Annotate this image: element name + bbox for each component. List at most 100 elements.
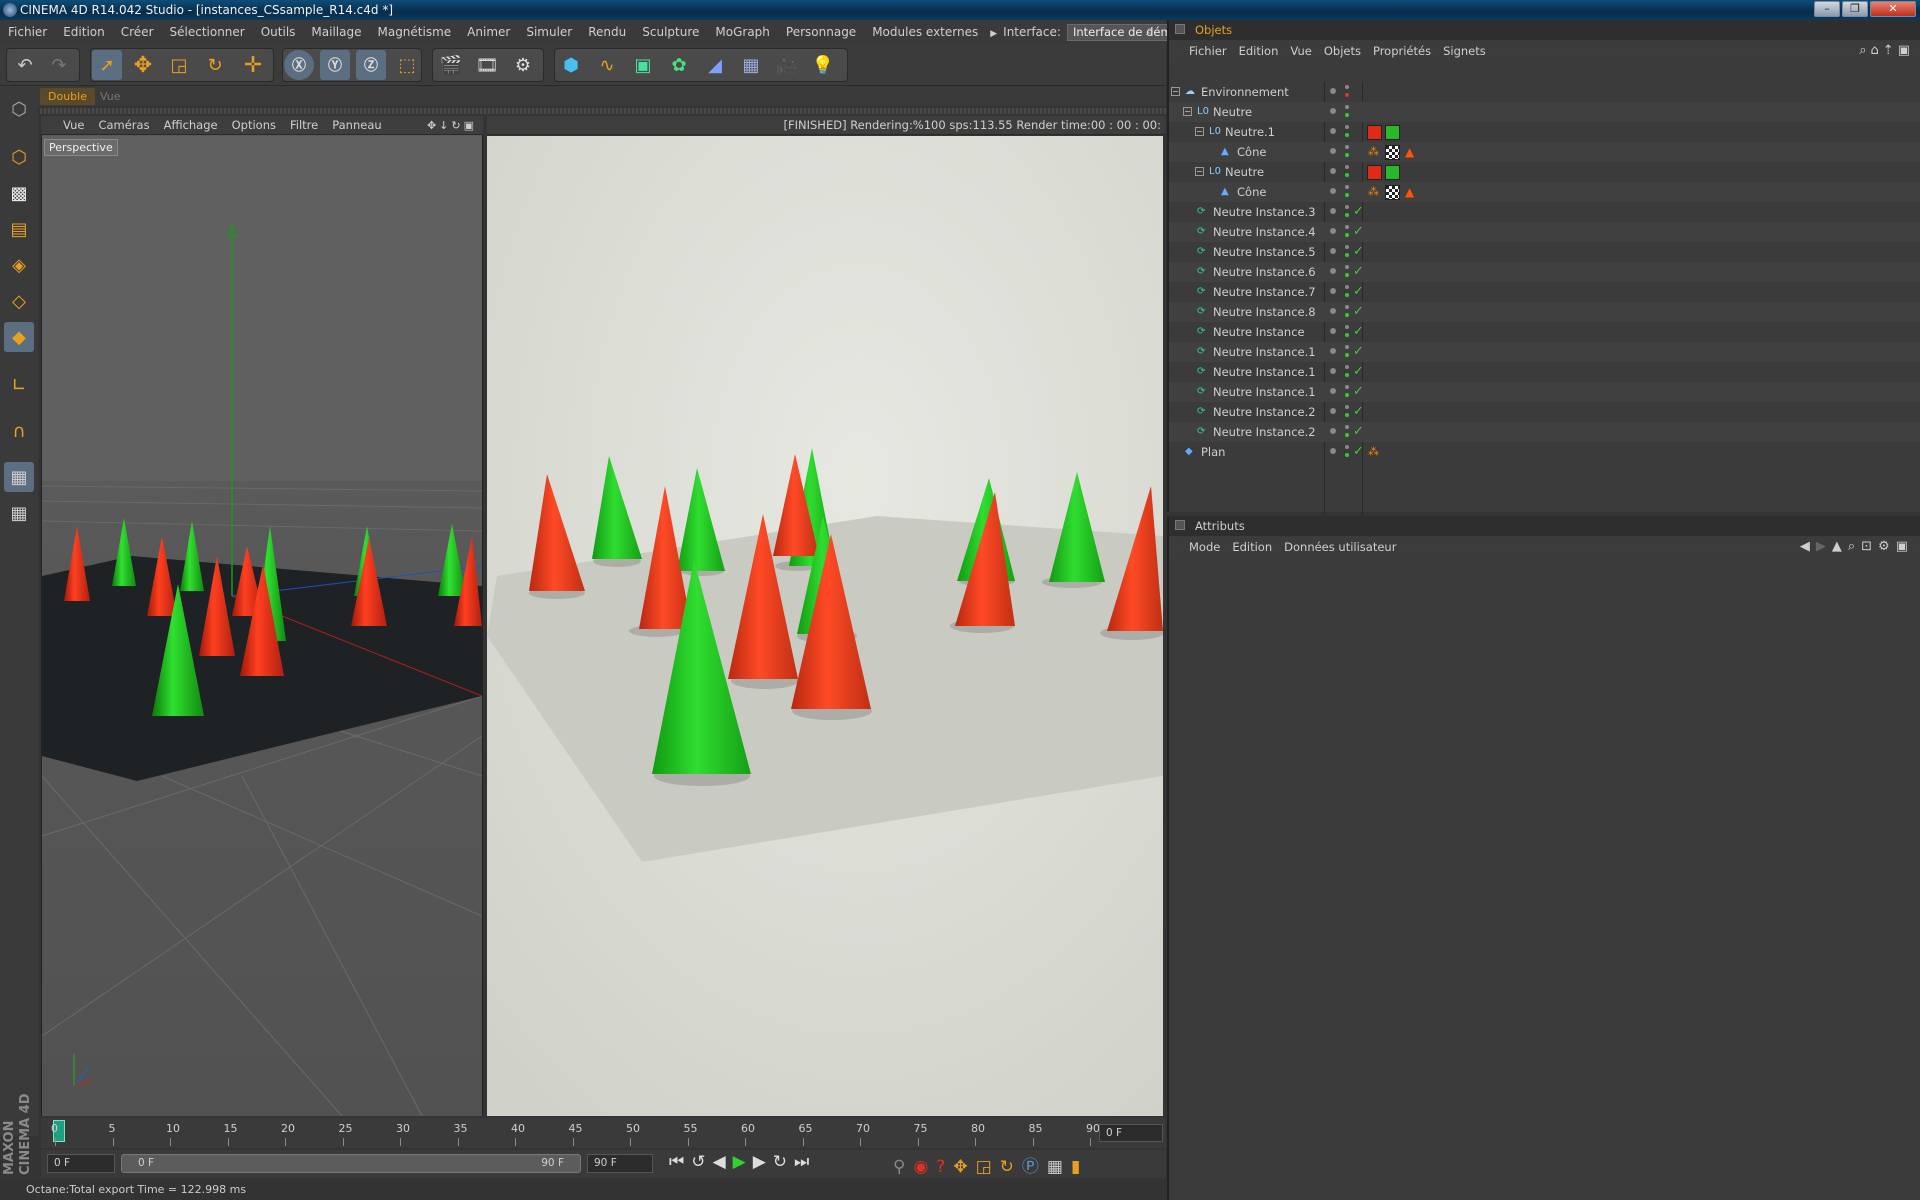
- object-name[interactable]: Neutre Instance.7: [1213, 282, 1316, 302]
- subdivision-surface-icon[interactable]: ▣: [628, 50, 658, 80]
- editor-visibility-icon[interactable]: [1345, 205, 1349, 209]
- menu-creer[interactable]: Créer: [113, 20, 162, 44]
- viewport-menu-options[interactable]: Options: [225, 116, 283, 135]
- editor-visibility-icon[interactable]: [1345, 285, 1349, 289]
- render-visibility-icon[interactable]: [1345, 373, 1349, 377]
- object-name[interactable]: Neutre Instance.6: [1213, 262, 1316, 282]
- workplane-grid-icon[interactable]: ▦: [4, 462, 34, 492]
- settings-icon[interactable]: ⚙: [1878, 539, 1896, 554]
- search-icon[interactable]: ⌕: [1859, 43, 1870, 58]
- enabled-check-icon[interactable]: ✓: [1353, 262, 1364, 282]
- render-visibility-icon[interactable]: [1345, 193, 1349, 197]
- editor-visibility-icon[interactable]: [1345, 85, 1349, 89]
- enabled-check-icon[interactable]: ✓: [1353, 322, 1364, 342]
- visibility-dot-icon[interactable]: [1330, 308, 1336, 314]
- object-row[interactable]: ▲ Cône ⁂ ▲: [1169, 142, 1920, 162]
- objects-menu-proprietes[interactable]: Propriétés: [1367, 41, 1437, 61]
- minimize-button[interactable]: –: [1814, 1, 1840, 17]
- object-row[interactable]: ⟳ Neutre Instance.1 ✓: [1169, 362, 1920, 382]
- object-row[interactable]: ⟳ Neutre Instance.1 ✓: [1169, 382, 1920, 402]
- panel-divider[interactable]: [40, 108, 1166, 114]
- viewport-menu-cameras[interactable]: Caméras: [91, 116, 156, 135]
- new-window-icon[interactable]: ▣: [1898, 43, 1914, 58]
- editor-visibility-icon[interactable]: [1345, 265, 1349, 269]
- editor-visibility-icon[interactable]: [1345, 145, 1349, 149]
- render-visibility-icon[interactable]: [1345, 253, 1349, 257]
- enabled-check-icon[interactable]: ✓: [1353, 362, 1364, 382]
- render-view-icon[interactable]: 🎬: [436, 50, 466, 80]
- render-visibility-icon[interactable]: [1345, 313, 1349, 317]
- editor-visibility-icon[interactable]: [1345, 325, 1349, 329]
- editor-visibility-icon[interactable]: [1345, 385, 1349, 389]
- object-name[interactable]: Neutre Instance.4: [1213, 222, 1316, 242]
- menu-fichier[interactable]: Fichier: [0, 20, 55, 44]
- visibility-dot-icon[interactable]: [1330, 248, 1336, 254]
- object-name[interactable]: Neutre Instance.8: [1213, 302, 1316, 322]
- object-name[interactable]: Neutre Instance.2: [1213, 422, 1316, 442]
- editor-visibility-icon[interactable]: [1345, 185, 1349, 189]
- render-visibility-icon[interactable]: [1345, 273, 1349, 277]
- objects-menu-vue[interactable]: Vue: [1284, 41, 1317, 61]
- object-name[interactable]: Plan: [1201, 442, 1225, 462]
- visibility-dot-icon[interactable]: [1330, 388, 1336, 394]
- tab-double[interactable]: Double: [40, 88, 95, 105]
- menu-maillage[interactable]: Maillage: [303, 20, 369, 44]
- editor-visibility-icon[interactable]: [1345, 345, 1349, 349]
- lock-icon[interactable]: ⊡: [1861, 539, 1878, 554]
- visibility-dot-icon[interactable]: [1330, 288, 1336, 294]
- object-name[interactable]: Neutre: [1213, 102, 1252, 122]
- points-mode-icon[interactable]: ◈: [4, 250, 34, 280]
- search-icon[interactable]: ⌕: [1146, 23, 1154, 39]
- visibility-dot-icon[interactable]: [1330, 188, 1336, 194]
- object-row[interactable]: − ☁ Environnement: [1169, 82, 1920, 102]
- object-row[interactable]: − L0 Neutre: [1169, 102, 1920, 122]
- make-editable-icon[interactable]: ⬡: [4, 94, 34, 124]
- render-visibility-icon[interactable]: [1345, 93, 1349, 97]
- rotate-tool-icon[interactable]: ↻: [200, 50, 230, 80]
- edges-mode-icon[interactable]: ◇: [4, 286, 34, 316]
- editor-visibility-icon[interactable]: [1345, 305, 1349, 309]
- record-keyframe-icon[interactable]: ◉: [913, 1157, 936, 1177]
- visibility-dot-icon[interactable]: [1330, 148, 1336, 154]
- viewport-menu-panneau[interactable]: Panneau: [325, 116, 388, 135]
- panel-menu-icon[interactable]: [1175, 520, 1185, 530]
- editor-visibility-icon[interactable]: [1345, 425, 1349, 429]
- visibility-dot-icon[interactable]: [1330, 348, 1336, 354]
- live-selection-icon[interactable]: ✛: [238, 50, 268, 80]
- next-frame-icon[interactable]: ▶: [753, 1152, 773, 1172]
- home-icon[interactable]: ⌂: [1871, 43, 1883, 58]
- object-name[interactable]: Neutre Instance.3: [1213, 202, 1316, 222]
- visibility-dot-icon[interactable]: [1330, 448, 1336, 454]
- previous-key-icon[interactable]: ↺: [691, 1152, 712, 1172]
- editor-visibility-icon[interactable]: [1345, 405, 1349, 409]
- objects-menu-edition[interactable]: Edition: [1233, 41, 1285, 61]
- object-name[interactable]: Neutre: [1225, 162, 1264, 182]
- editor-visibility-icon[interactable]: [1345, 445, 1349, 449]
- camera-icon[interactable]: 🎥: [772, 50, 802, 80]
- warning-tag-icon[interactable]: ▲: [1405, 182, 1414, 202]
- phong-tag-icon[interactable]: ⁂: [1368, 182, 1379, 202]
- current-frame-field[interactable]: 0 F: [1099, 1124, 1163, 1142]
- move-tool-icon[interactable]: ✥: [128, 50, 158, 80]
- cube-object-icon[interactable]: ⬢: [556, 50, 586, 80]
- camera-label[interactable]: Perspective: [44, 139, 118, 156]
- attributes-menu-donnees-utilisateur[interactable]: Données utilisateur: [1278, 537, 1402, 557]
- editor-visibility-icon[interactable]: [1345, 365, 1349, 369]
- select-tool-icon[interactable]: ➚: [92, 50, 122, 80]
- preview-range-slider[interactable]: 0 F 90 F: [121, 1154, 581, 1173]
- key-parameter-icon[interactable]: Ⓟ: [1022, 1157, 1047, 1177]
- viewport-menu-filtre[interactable]: Filtre: [283, 116, 325, 135]
- phong-tag-icon[interactable]: ⁂: [1368, 142, 1379, 162]
- render-settings-icon[interactable]: ⚙: [508, 50, 538, 80]
- menu-modules-externes[interactable]: Modules externes: [864, 20, 986, 44]
- menu-magnetisme[interactable]: Magnétisme: [369, 20, 459, 44]
- editor-visibility-icon[interactable]: [1345, 165, 1349, 169]
- collapse-toggle-icon[interactable]: −: [1183, 107, 1192, 116]
- visibility-dot-icon[interactable]: [1330, 368, 1336, 374]
- close-window-button[interactable]: ✕: [1870, 1, 1916, 17]
- back-arrow-icon[interactable]: ◀: [1800, 539, 1816, 554]
- y-axis-lock-icon[interactable]: Ⓨ: [320, 50, 350, 80]
- arrow-up-icon[interactable]: ⇡: [1883, 43, 1898, 58]
- render-visibility-icon[interactable]: [1345, 153, 1349, 157]
- object-row[interactable]: ⟳ Neutre Instance.2 ✓: [1169, 402, 1920, 422]
